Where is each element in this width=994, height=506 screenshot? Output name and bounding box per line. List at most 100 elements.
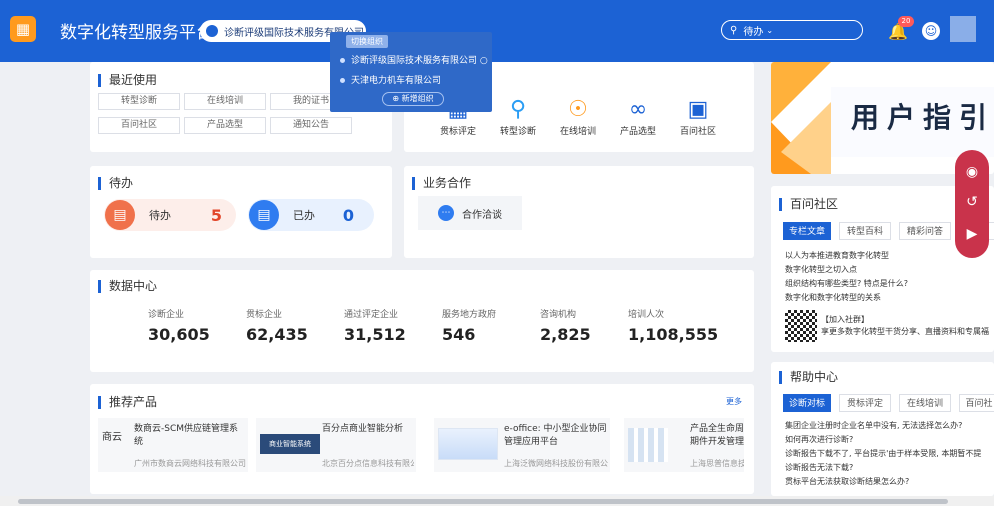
stat-value: 31,512 [344, 325, 406, 344]
radio-icon [340, 78, 345, 83]
user-icon[interactable]: ☺ [922, 22, 940, 40]
help-question[interactable]: 集团企业注册时企业名单中没有, 无法选择怎么办? [785, 420, 994, 431]
more-link[interactable]: 更多 [726, 396, 742, 407]
check-circle-icon: ○ [479, 56, 488, 66]
quick-label: 百问社区 [679, 127, 716, 137]
product-thumbnail: 商业智能系统 [260, 434, 320, 454]
forum-tab[interactable]: 专栏文章 [783, 222, 831, 240]
org-option-label: 天津电力机车有限公司 [351, 76, 442, 86]
banner-title: 用户指引 [851, 101, 994, 134]
product-name: e-office: 中小型企业协同管理应用平台 [504, 424, 607, 447]
switch-org-button[interactable]: 切换组织 [346, 35, 388, 48]
quick-community[interactable]: ▣ 百问社区 [678, 96, 718, 137]
stat-label: 服务地方政府 [442, 310, 497, 320]
forum-post[interactable]: 组织结构有哪些类型? 特点是什么? [785, 278, 908, 289]
cooperation-button[interactable]: ⋯ 合作洽谈 [418, 196, 522, 230]
customer-service-icon[interactable]: ◉ [964, 164, 980, 180]
quick-training[interactable]: ☉ 在线培训 [558, 96, 598, 137]
product-company: 上海思普信息技 [690, 459, 744, 468]
done-label: 已办 [293, 209, 315, 222]
stat-value: 62,435 [246, 325, 308, 344]
pending-label: 待办 [149, 209, 171, 222]
pending-todo[interactable]: ▤ 待办 5 [104, 199, 236, 231]
radio-icon [340, 58, 345, 63]
help-tab[interactable]: 在线培训 [899, 394, 951, 412]
product-item[interactable]: e-office: 中小型企业协同管理应用平台 上海泛微网络科技股份有限公司 [434, 418, 610, 472]
help-tab[interactable]: 诊断对标 [783, 394, 831, 412]
help-card: 帮助中心 诊断对标 贯标评定 在线培训 百问社 集团企业注册时企业名单中没有, … [771, 362, 994, 496]
help-question[interactable]: 诊断报告下载不了, 平台提示'由于样本受限, 本期暂不提 [785, 448, 994, 459]
product-company: 上海泛微网络科技股份有限公司 [504, 459, 608, 468]
help-question[interactable]: 贯标平台无法获取诊断结果怎么办? [785, 476, 994, 487]
forum-post[interactable]: 数字化转型之切入点 [785, 264, 857, 275]
quick-label: 产品选型 [619, 127, 656, 137]
done-todo[interactable]: ▤ 已办 0 [248, 199, 374, 231]
product-name: 百分点商业智能分析 [322, 424, 404, 434]
stat-label: 咨询机构 [540, 310, 577, 320]
products-title: 推荐产品 [98, 396, 157, 409]
search-input[interactable]: ⚲ 待办 ⌄ [721, 20, 863, 40]
forum-post[interactable]: 以人为本推进教育数字化转型 [785, 250, 889, 261]
video-icon[interactable]: ▶ [964, 226, 980, 242]
recent-tag[interactable]: 产品选型 [184, 117, 266, 134]
share-icon[interactable]: ↺ [964, 194, 980, 210]
product-item[interactable]: 商业智能系统 百分点商业智能分析 北京百分点信息科技有限公司 [256, 418, 416, 472]
horizontal-scrollbar[interactable] [0, 496, 994, 506]
help-tab[interactable]: 百问社 [959, 394, 994, 412]
product-item[interactable]: 产品全生命周期件开发管理 上海思普信息技 [624, 418, 744, 472]
qr-code [785, 310, 817, 342]
org-option[interactable]: 诊断评级国际技术服务有限公司 ○ [340, 53, 488, 66]
qr-desc: 享更多数字化转型干货分享、直播资料和专属福 [821, 327, 989, 336]
training-icon: ☉ [568, 97, 588, 122]
qr-title: 【加入社群】 [821, 315, 869, 324]
product-thumbnail [628, 428, 668, 462]
product-name: 数商云-SCM供应链管理系统 [134, 424, 239, 447]
diagnosis-icon: ⚲ [509, 97, 527, 122]
cooperation-card: 业务合作 ⋯ 合作洽谈 [404, 166, 754, 258]
todo-title: 待办 [98, 177, 133, 190]
product-company: 广州市数商云网络科技有限公司 [134, 459, 246, 468]
forum-post[interactable]: 数字化和数字化转型的关系 [785, 292, 881, 303]
scrollbar-thumb[interactable] [18, 499, 948, 504]
product-item[interactable]: 商云 数商云-SCM供应链管理系统 广州市数商云网络科技有限公司 [98, 418, 248, 472]
recent-tag[interactable]: 在线培训 [184, 93, 266, 110]
help-tab[interactable]: 贯标评定 [839, 394, 891, 412]
products-card: 推荐产品 更多 商云 数商云-SCM供应链管理系统 广州市数商云网络科技有限公司… [90, 384, 754, 494]
search-icon: ⚲ [730, 24, 738, 36]
product-icon: ∞ [628, 97, 648, 122]
app-title: 数字化转型服务平台 [60, 23, 213, 43]
chevron-down-icon: ⌄ [766, 25, 774, 35]
quick-diagnosis[interactable]: ⚲ 转型诊断 [498, 96, 538, 137]
forum-title: 百问社区 [779, 198, 838, 211]
stat-label: 培训人次 [628, 310, 665, 320]
recent-tag[interactable]: 转型诊断 [98, 93, 180, 110]
help-question[interactable]: 诊断报告无法下载? [785, 462, 994, 473]
stat-value: 2,825 [540, 325, 591, 344]
quick-label: 贯标评定 [439, 127, 476, 137]
forum-tab[interactable]: 精彩问答 [899, 222, 951, 240]
community-icon: ▣ [687, 97, 709, 122]
floating-action-bar: ◉ ↺ ▶ [955, 150, 989, 258]
quick-product[interactable]: ∞ 产品选型 [618, 96, 658, 137]
quick-label: 转型诊断 [499, 127, 536, 137]
add-org-label: 新增组织 [401, 94, 434, 103]
apps-grid-icon[interactable]: ▦ [10, 16, 36, 42]
org-option[interactable]: 天津电力机车有限公司 [340, 73, 441, 86]
quick-label: 在线培训 [559, 127, 596, 137]
top-header: ▦ 数字化转型服务平台 诊断评级国际技术服务有限公司 ⚲ 待办 ⌄ 🔔 20 ☺ [0, 0, 994, 62]
recent-title: 最近使用 [98, 74, 157, 87]
avatar[interactable] [950, 16, 976, 42]
todo-card: 待办 ▤ 待办 5 ▤ 已办 0 [90, 166, 392, 258]
chat-icon: ⋯ [438, 205, 454, 221]
stat-value: 30,605 [148, 325, 210, 344]
help-question[interactable]: 如何再次进行诊断? [785, 434, 994, 445]
forum-tab[interactable]: 转型百科 [839, 222, 891, 240]
stat-label: 诊断企业 [148, 310, 185, 320]
recent-tag[interactable]: 通知公告 [270, 117, 352, 134]
recent-tag[interactable]: 百问社区 [98, 117, 180, 134]
help-title: 帮助中心 [779, 371, 838, 384]
search-placeholder: 待办 [743, 26, 764, 38]
stat-value: 546 [442, 325, 476, 344]
add-org-button[interactable]: ⊕ 新增组织 [382, 92, 444, 106]
product-thumbnail [438, 428, 498, 460]
